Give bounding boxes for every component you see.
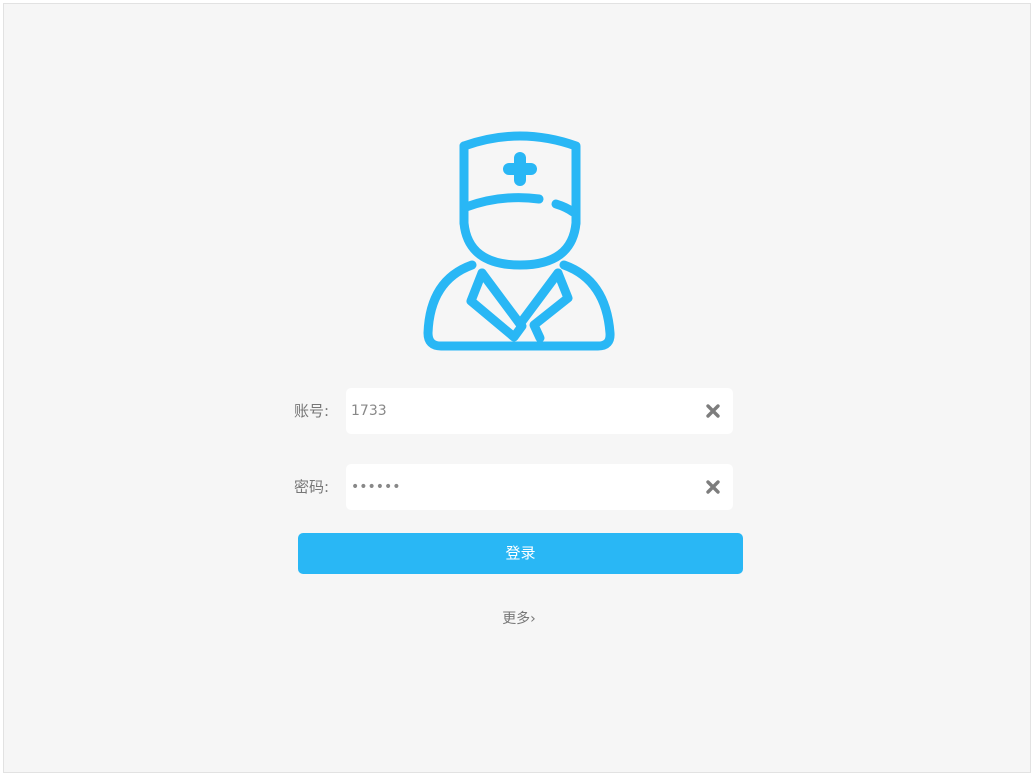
account-label: 账号:: [294, 402, 330, 420]
password-input[interactable]: [351, 464, 691, 510]
password-field: [346, 464, 733, 510]
account-input[interactable]: [351, 388, 691, 434]
login-button[interactable]: 登录: [298, 533, 743, 574]
more-link[interactable]: 更多›: [484, 609, 554, 629]
login-page: 账号: 密码: 登录 更多›: [3, 3, 1031, 773]
clear-account-icon[interactable]: [705, 403, 721, 419]
clear-password-icon[interactable]: [705, 479, 721, 495]
doctor-avatar-icon: [423, 131, 615, 351]
account-field: [346, 388, 733, 434]
password-label: 密码:: [294, 478, 330, 496]
